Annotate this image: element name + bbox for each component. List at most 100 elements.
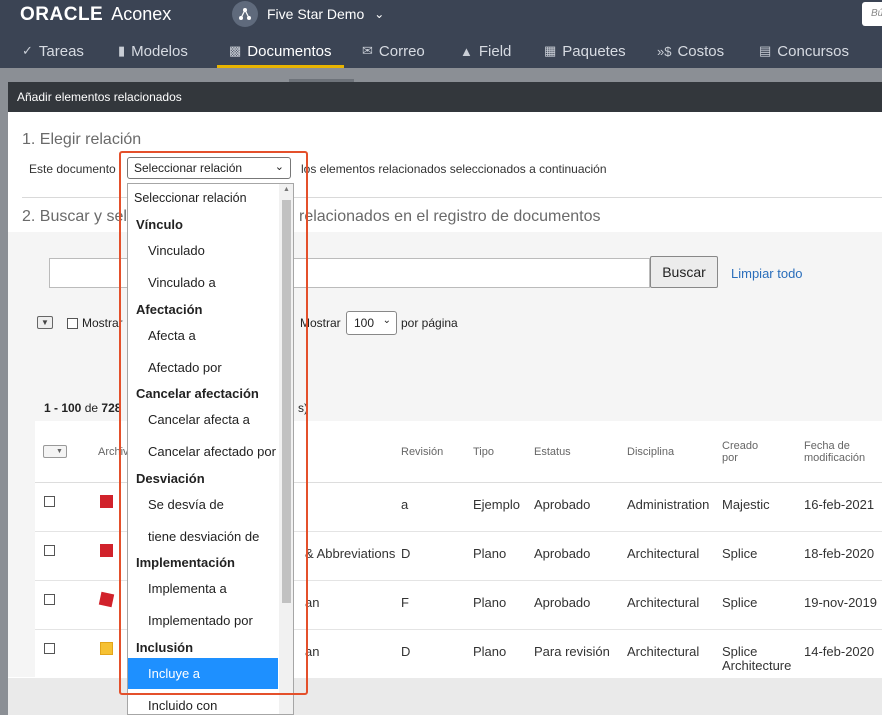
image-icon: [100, 642, 113, 655]
project-network-icon: [232, 1, 258, 27]
option-placeholder[interactable]: Seleccionar relación: [134, 191, 284, 205]
cell-revision: F: [401, 595, 409, 610]
optgroup-implementacion: Implementación: [136, 555, 235, 570]
nav-modelos[interactable]: ▮ Modelos: [118, 34, 188, 68]
dropdown-scroll-thumb[interactable]: [282, 200, 291, 603]
cell-creado: Splice: [722, 595, 758, 610]
project-switcher[interactable]: Five Star Demo ⌄: [232, 1, 384, 27]
nav-concursos[interactable]: ▤ Concursos: [759, 34, 849, 68]
cell-creado: Majestic: [722, 497, 770, 512]
oracle-aconex-logo[interactable]: ORACLE Aconex: [20, 4, 172, 25]
option-afecta-a[interactable]: Afecta a: [148, 328, 293, 343]
option-implementa-a[interactable]: Implementa a: [148, 581, 293, 596]
cube-icon: ▮: [118, 43, 126, 58]
cell-creado: Splice: [722, 546, 758, 561]
option-cancelar-afecta-a[interactable]: Cancelar afecta a: [148, 412, 293, 427]
option-cancelar-afectado-por[interactable]: Cancelar afectado por: [148, 444, 283, 459]
nav-tareas[interactable]: ✓ Tareas: [22, 34, 84, 68]
row-checkbox[interactable]: [44, 643, 55, 654]
per-page-suffix: por página: [401, 316, 458, 330]
brand-product: Aconex: [111, 4, 172, 24]
col-creado-por[interactable]: Creado por: [722, 440, 770, 464]
document-icon: ▩: [229, 43, 242, 58]
relation-dropdown-list[interactable]: Seleccionar relación Vínculo Vinculado V…: [127, 183, 294, 715]
cell-revision: D: [401, 546, 411, 561]
nav-label: Documentos: [247, 42, 332, 60]
cell-estatus: Aprobado: [534, 546, 591, 561]
project-name: Five Star Demo: [267, 6, 365, 22]
results-total: 728: [101, 401, 122, 415]
tender-icon: ▤: [759, 43, 772, 58]
warning-icon: ▲: [460, 43, 473, 59]
clear-all-link[interactable]: Limpiar todo: [731, 266, 803, 281]
col-tipo[interactable]: Tipo: [473, 446, 494, 458]
results-range: 1 - 100: [44, 401, 82, 415]
nav-label: Concursos: [777, 42, 849, 60]
cell-fecha: 14-feb-2020: [804, 644, 875, 659]
scroll-up-arrow-icon[interactable]: ▲: [282, 186, 291, 194]
step1-title: 1. Elegir relación: [22, 131, 142, 148]
optgroup-vinculo: Vínculo: [136, 217, 183, 232]
option-implementado-por[interactable]: Implementado por: [148, 613, 293, 628]
row-checkbox[interactable]: [44, 496, 55, 507]
pdf-icon: [100, 495, 113, 508]
option-se-desvia-de[interactable]: Se desvía de: [148, 497, 293, 512]
nav-field[interactable]: ▲ Field: [460, 34, 511, 68]
cell-revision: a: [401, 497, 409, 512]
chevron-down-icon: ⌄: [382, 315, 391, 326]
nav-correo[interactable]: ✉ Correo: [362, 34, 425, 68]
step2-title-tail: relacionados en el registro de documento…: [299, 208, 601, 225]
cell-tipo: Ejemplo: [473, 497, 520, 512]
cell-fecha: 19-nov-2019: [804, 595, 877, 610]
step2-title: 2. Buscar y sel relacionados en el regis…: [22, 208, 601, 226]
global-search-input[interactable]: Bú: [862, 2, 882, 26]
search-button[interactable]: Buscar: [650, 256, 718, 288]
cell-tipo: Plano: [473, 595, 507, 610]
cell-estatus: Aprobado: [534, 497, 591, 512]
select-all-checkbox[interactable]: ▼: [43, 445, 67, 458]
top-bar: ORACLE Aconex Five Star Demo ⌄ Bú ✓ Tare…: [0, 0, 882, 68]
per-page-value: 100: [354, 316, 375, 330]
col-disciplina[interactable]: Disciplina: [627, 446, 674, 458]
cell-disciplina: Architectural: [627, 644, 700, 659]
cell-tipo: Plano: [473, 644, 507, 659]
check-icon: ✓: [22, 43, 33, 58]
option-vinculado-a[interactable]: Vinculado a: [148, 275, 293, 290]
option-tiene-desviacion-de[interactable]: tiene desviación de: [148, 529, 293, 544]
filter-toggle-icon[interactable]: ▼: [37, 316, 53, 329]
show-label: Mostrar: [82, 316, 123, 330]
nav-label: Modelos: [131, 42, 188, 60]
cell-disciplina: Administration: [627, 497, 710, 512]
show-per-page-label: Mostrar: [300, 316, 341, 330]
nav-costos[interactable]: »$ Costos: [657, 34, 724, 68]
option-vinculado[interactable]: Vinculado: [148, 243, 293, 258]
cell-title: & Abbreviations: [305, 546, 396, 561]
packages-icon: ▦: [544, 43, 557, 58]
brand-oracle: ORACLE: [20, 4, 104, 25]
nav-label: Field: [478, 42, 512, 60]
col-revision[interactable]: Revisión: [401, 446, 443, 458]
col-fecha[interactable]: Fecha de modificación: [804, 440, 876, 464]
cell-fecha: 18-feb-2020: [804, 546, 875, 561]
mail-icon: ✉: [362, 43, 373, 58]
relation-label: Este documento: [29, 162, 116, 176]
row-checkbox[interactable]: [44, 594, 55, 605]
nav-label: Costos: [677, 42, 725, 60]
chevron-down-icon: ⌄: [274, 161, 284, 173]
per-page-select[interactable]: 100 ⌄: [346, 311, 397, 335]
cell-revision: D: [401, 644, 411, 659]
option-incluido-con[interactable]: Incluido con: [148, 698, 293, 713]
relation-select[interactable]: Seleccionar relación ⌄: [127, 157, 291, 179]
row-checkbox[interactable]: [44, 545, 55, 556]
col-archivo[interactable]: Archiv: [98, 446, 129, 458]
nav-label: Paquetes: [562, 42, 626, 60]
option-afectado-por[interactable]: Afectado por: [148, 360, 293, 375]
show-checkbox[interactable]: [67, 318, 78, 329]
optgroup-inclusion: Inclusión: [136, 640, 194, 655]
costs-icon: »$: [657, 43, 672, 59]
step2-title-start: 2. Buscar y sel: [22, 208, 127, 225]
option-incluye-a[interactable]: Incluye a: [128, 658, 278, 689]
col-estatus[interactable]: Estatus: [534, 446, 571, 458]
nav-documentos[interactable]: ▩ Documentos: [217, 34, 343, 68]
nav-paquetes[interactable]: ▦ Paquetes: [544, 34, 626, 68]
